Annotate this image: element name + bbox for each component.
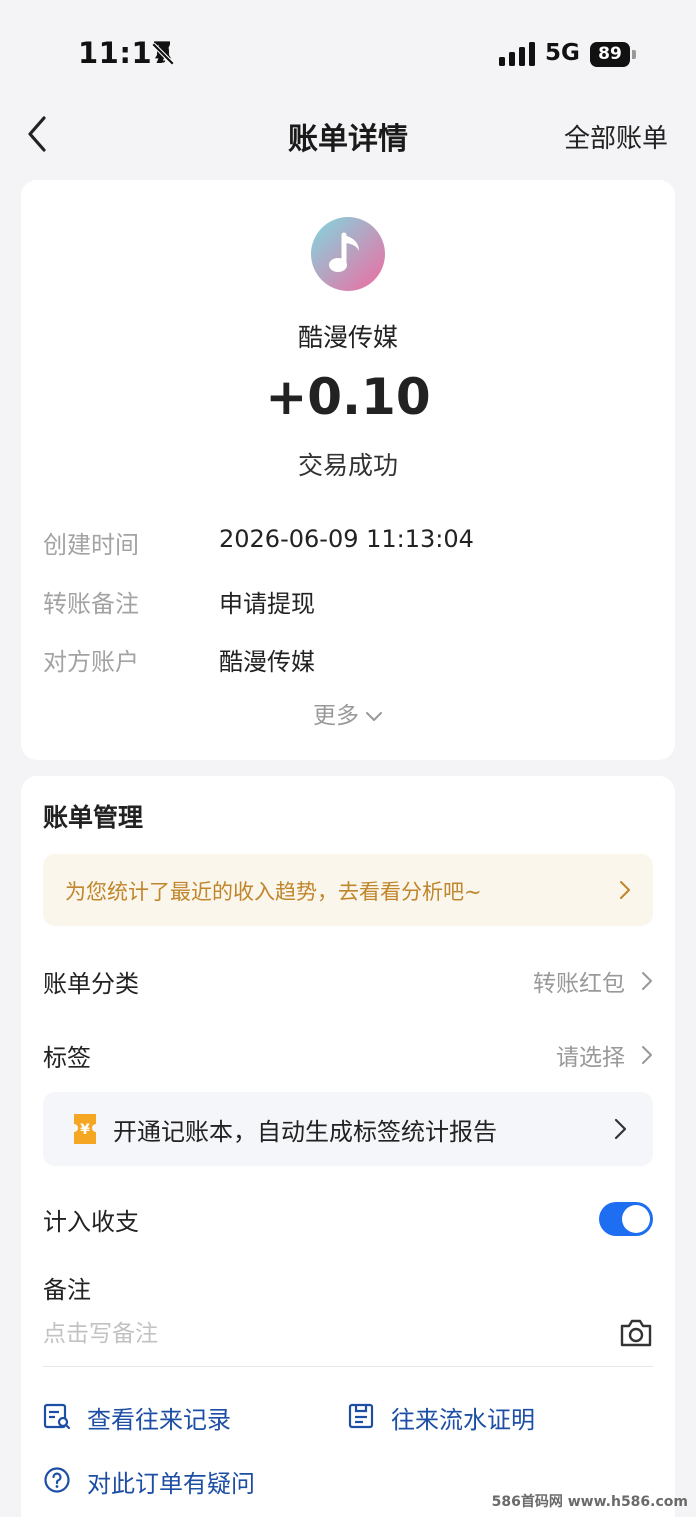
camera-icon[interactable] (619, 1318, 653, 1348)
all-bills-link[interactable]: 全部账单 (564, 118, 668, 155)
view-history-text: 查看往来记录 (87, 1406, 231, 1434)
order-question-link[interactable]: 对此订单有疑问 (43, 1462, 343, 1502)
watermark: 586首码网 www.h586.com (491, 1494, 688, 1510)
document-icon (348, 1403, 374, 1429)
count-in-balance-row: 计入收支 (43, 1198, 653, 1242)
detail-row-remark: 转账备注 申请提现 (43, 584, 663, 624)
signal-icon (499, 42, 535, 66)
category-value: 转账红包 (533, 971, 625, 997)
bell-muted-icon (151, 42, 175, 66)
battery-level: 89 (590, 42, 630, 67)
question-circle-icon (44, 1467, 70, 1493)
income-trend-banner[interactable]: 为您统计了最近的收入趋势，去看看分析吧~ (43, 854, 653, 926)
tag-value: 请选择 (556, 1045, 625, 1071)
tip-text: 为您统计了最近的收入趋势，去看看分析吧~ (65, 880, 482, 904)
divider (43, 1366, 653, 1367)
chevron-right-icon (642, 1046, 652, 1064)
battery-tip (632, 50, 636, 59)
more-button[interactable]: 更多 (21, 696, 675, 730)
remark-label: 备注 (43, 1276, 91, 1304)
detail-value: 酷漫传媒 (219, 648, 315, 676)
view-history-link[interactable]: 查看往来记录 (43, 1398, 303, 1438)
detail-row-counterparty: 对方账户 酷漫传媒 (43, 642, 663, 682)
detail-value: 2026-06-09 11:13:04 (219, 525, 474, 553)
ledger-ticket-icon: ¥ (74, 1114, 96, 1144)
more-label: 更多 (313, 703, 359, 729)
chevron-right-icon (614, 1118, 627, 1140)
chevron-down-icon (366, 711, 382, 721)
tag-label: 标签 (43, 1044, 91, 1072)
detail-label: 转账备注 (43, 590, 139, 618)
music-note-icon (311, 217, 385, 291)
detail-label: 创建时间 (43, 531, 139, 559)
detail-row-created-time: 创建时间 2026-06-09 11:13:04 (43, 525, 663, 565)
transaction-proof-link[interactable]: 往来流水证明 (347, 1398, 607, 1438)
bill-management-card: 账单管理 为您统计了最近的收入趋势，去看看分析吧~ 账单分类 转账红包 标签 请… (21, 776, 675, 1517)
status-bar: 11:17 5G 89 (0, 0, 696, 100)
remark-input[interactable] (43, 1316, 603, 1352)
count-in-balance-toggle[interactable] (599, 1202, 653, 1236)
nav-bar: 账单详情 全部账单 (0, 100, 696, 170)
transaction-card: 酷漫传媒 +0.10 交易成功 创建时间 2026-06-09 11:13:04… (21, 180, 675, 760)
count-in-balance-label: 计入收支 (43, 1208, 139, 1236)
battery-icon: 89 (590, 42, 636, 67)
transaction-proof-text: 往来流水证明 (391, 1406, 535, 1434)
ledger-text: 开通记账本，自动生成标签统计报告 (113, 1118, 497, 1146)
detail-label: 对方账户 (43, 648, 139, 676)
toggle-knob (622, 1205, 650, 1233)
chevron-right-icon (642, 972, 652, 990)
section-title: 账单管理 (43, 803, 144, 832)
detail-value: 申请提现 (219, 590, 315, 618)
chevron-right-icon (620, 881, 630, 899)
svg-text:¥: ¥ (80, 1122, 90, 1138)
merchant-name: 酷漫传媒 (297, 323, 398, 352)
order-question-text: 对此订单有疑问 (87, 1470, 255, 1498)
tag-row[interactable]: 标签 请选择 (43, 1034, 653, 1078)
merchant-logo (311, 217, 385, 291)
category-label: 账单分类 (43, 970, 139, 998)
open-ledger-banner[interactable]: ¥ 开通记账本，自动生成标签统计报告 (43, 1092, 653, 1166)
transaction-status: 交易成功 (297, 451, 398, 480)
record-search-icon (43, 1403, 71, 1430)
category-row[interactable]: 账单分类 转账红包 (43, 960, 653, 1004)
network-type: 5G (545, 40, 580, 66)
transaction-amount: +0.10 (265, 368, 431, 426)
